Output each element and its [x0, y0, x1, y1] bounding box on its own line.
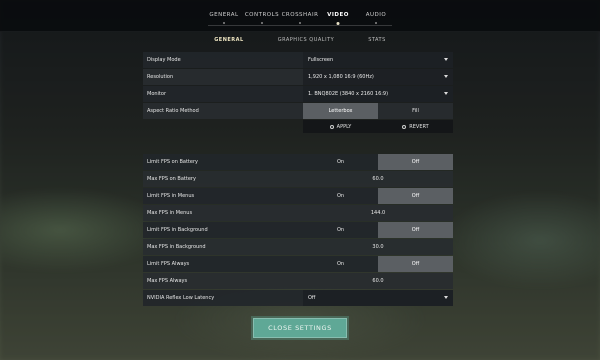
on-option[interactable]: On	[303, 222, 378, 238]
dropdown-value: Off	[308, 295, 316, 301]
off-option[interactable]: Off	[378, 154, 453, 170]
revert-icon	[402, 124, 407, 129]
chevron-down-icon	[444, 75, 448, 78]
setting-row-max-fps-always: Max FPS Always 60.0	[143, 273, 453, 289]
setting-row-max-fps-menus: Max FPS in Menus 144.0	[143, 205, 453, 221]
setting-label: Limit FPS Always	[147, 261, 190, 267]
on-option[interactable]: On	[303, 188, 378, 204]
dropdown-value: Fullscreen	[308, 57, 334, 63]
dropdown-value: 1,920 x 1,080 16:9 (60Hz)	[308, 74, 374, 80]
setting-row-monitor: Monitor 1. BNQ802E (3840 x 2160 16:9)	[143, 86, 453, 102]
top-tabs: GENERAL CONTROLS CROSSHAIR VIDEO AUDIO	[0, 12, 600, 18]
apply-revert-row: APPLY REVERT	[143, 120, 453, 133]
chevron-down-icon	[444, 92, 448, 95]
subtab-general[interactable]: GENERAL	[214, 37, 244, 43]
setting-label: Display Mode	[147, 57, 181, 63]
setting-row-max-fps-battery: Max FPS on Battery 60.0	[143, 171, 453, 187]
setting-label: Limit FPS on Battery	[147, 159, 198, 165]
chevron-down-icon	[444, 58, 448, 61]
fill-option[interactable]: Fill	[378, 103, 453, 119]
setting-label: Max FPS in Menus	[147, 210, 193, 216]
apply-button[interactable]: APPLY	[303, 120, 378, 133]
setting-row-limit-fps-always: Limit FPS Always On Off	[143, 256, 453, 272]
subtab-graphics-quality[interactable]: GRAPHICS QUALITY	[278, 37, 334, 43]
aspect-ratio-toggle: Letterbox Fill	[303, 103, 453, 119]
setting-row-nvidia-reflex: NVIDIA Reflex Low Latency Off	[143, 290, 453, 306]
tab-indicator-line	[208, 25, 392, 26]
setting-row-max-fps-background: Max FPS in Background 30.0	[143, 239, 453, 255]
setting-row-limit-fps-menus: Limit FPS in Menus On Off	[143, 188, 453, 204]
apply-icon	[329, 124, 334, 129]
setting-label: Max FPS on Battery	[147, 176, 196, 182]
setting-label: NVIDIA Reflex Low Latency	[147, 295, 215, 301]
off-option[interactable]: Off	[378, 256, 453, 272]
monitor-dropdown[interactable]: 1. BNQ802E (3840 x 2160 16:9)	[303, 86, 453, 102]
on-option[interactable]: On	[303, 154, 378, 170]
tab-audio[interactable]: AUDIO	[357, 12, 395, 18]
max-fps-menus-value[interactable]: 144.0	[303, 210, 453, 216]
setting-label: Resolution	[147, 74, 174, 80]
setting-label: Monitor	[147, 91, 167, 97]
revert-label: REVERT	[409, 123, 429, 130]
revert-button[interactable]: REVERT	[378, 120, 453, 133]
subtab-stats[interactable]: STATS	[368, 37, 386, 43]
setting-row-aspect-ratio: Aspect Ratio Method Letterbox Fill	[143, 103, 453, 119]
nvidia-reflex-dropdown[interactable]: Off	[303, 290, 453, 306]
setting-label: Max FPS in Background	[147, 244, 206, 250]
tab-general[interactable]: GENERAL	[205, 12, 243, 18]
apply-label: APPLY	[336, 123, 352, 130]
off-option[interactable]: Off	[378, 222, 453, 238]
setting-row-display-mode: Display Mode Fullscreen	[143, 52, 453, 68]
max-fps-battery-value[interactable]: 60.0	[303, 176, 453, 182]
resolution-dropdown[interactable]: 1,920 x 1,080 16:9 (60Hz)	[303, 69, 453, 85]
tab-controls[interactable]: CONTROLS	[243, 12, 281, 18]
setting-label: Aspect Ratio Method	[147, 108, 199, 114]
tab-crosshair[interactable]: CROSSHAIR	[281, 12, 319, 18]
setting-label: Limit FPS in Background	[147, 227, 208, 233]
on-option[interactable]: On	[303, 256, 378, 272]
settings-panel: Display Mode Fullscreen Resolution 1,920…	[143, 52, 453, 307]
close-settings-button[interactable]: CLOSE SETTINGS	[253, 318, 347, 338]
setting-label: Limit FPS in Menus	[147, 193, 195, 199]
off-option[interactable]: Off	[378, 188, 453, 204]
dropdown-value: 1. BNQ802E (3840 x 2160 16:9)	[308, 91, 389, 97]
setting-row-resolution: Resolution 1,920 x 1,080 16:9 (60Hz)	[143, 69, 453, 85]
top-navigation-bar: GENERAL CONTROLS CROSSHAIR VIDEO AUDIO	[0, 0, 600, 32]
setting-label: Max FPS Always	[147, 278, 188, 284]
display-mode-dropdown[interactable]: Fullscreen	[303, 52, 453, 68]
tab-video[interactable]: VIDEO	[319, 12, 357, 18]
chevron-down-icon	[444, 296, 448, 299]
max-fps-always-value[interactable]: 60.0	[303, 278, 453, 284]
sub-tabs: GENERAL GRAPHICS QUALITY STATS	[0, 37, 600, 43]
max-fps-background-value[interactable]: 30.0	[303, 244, 453, 250]
setting-row-limit-fps-battery: Limit FPS on Battery On Off	[143, 154, 453, 170]
setting-row-limit-fps-background: Limit FPS in Background On Off	[143, 222, 453, 238]
letterbox-option[interactable]: Letterbox	[303, 103, 378, 119]
